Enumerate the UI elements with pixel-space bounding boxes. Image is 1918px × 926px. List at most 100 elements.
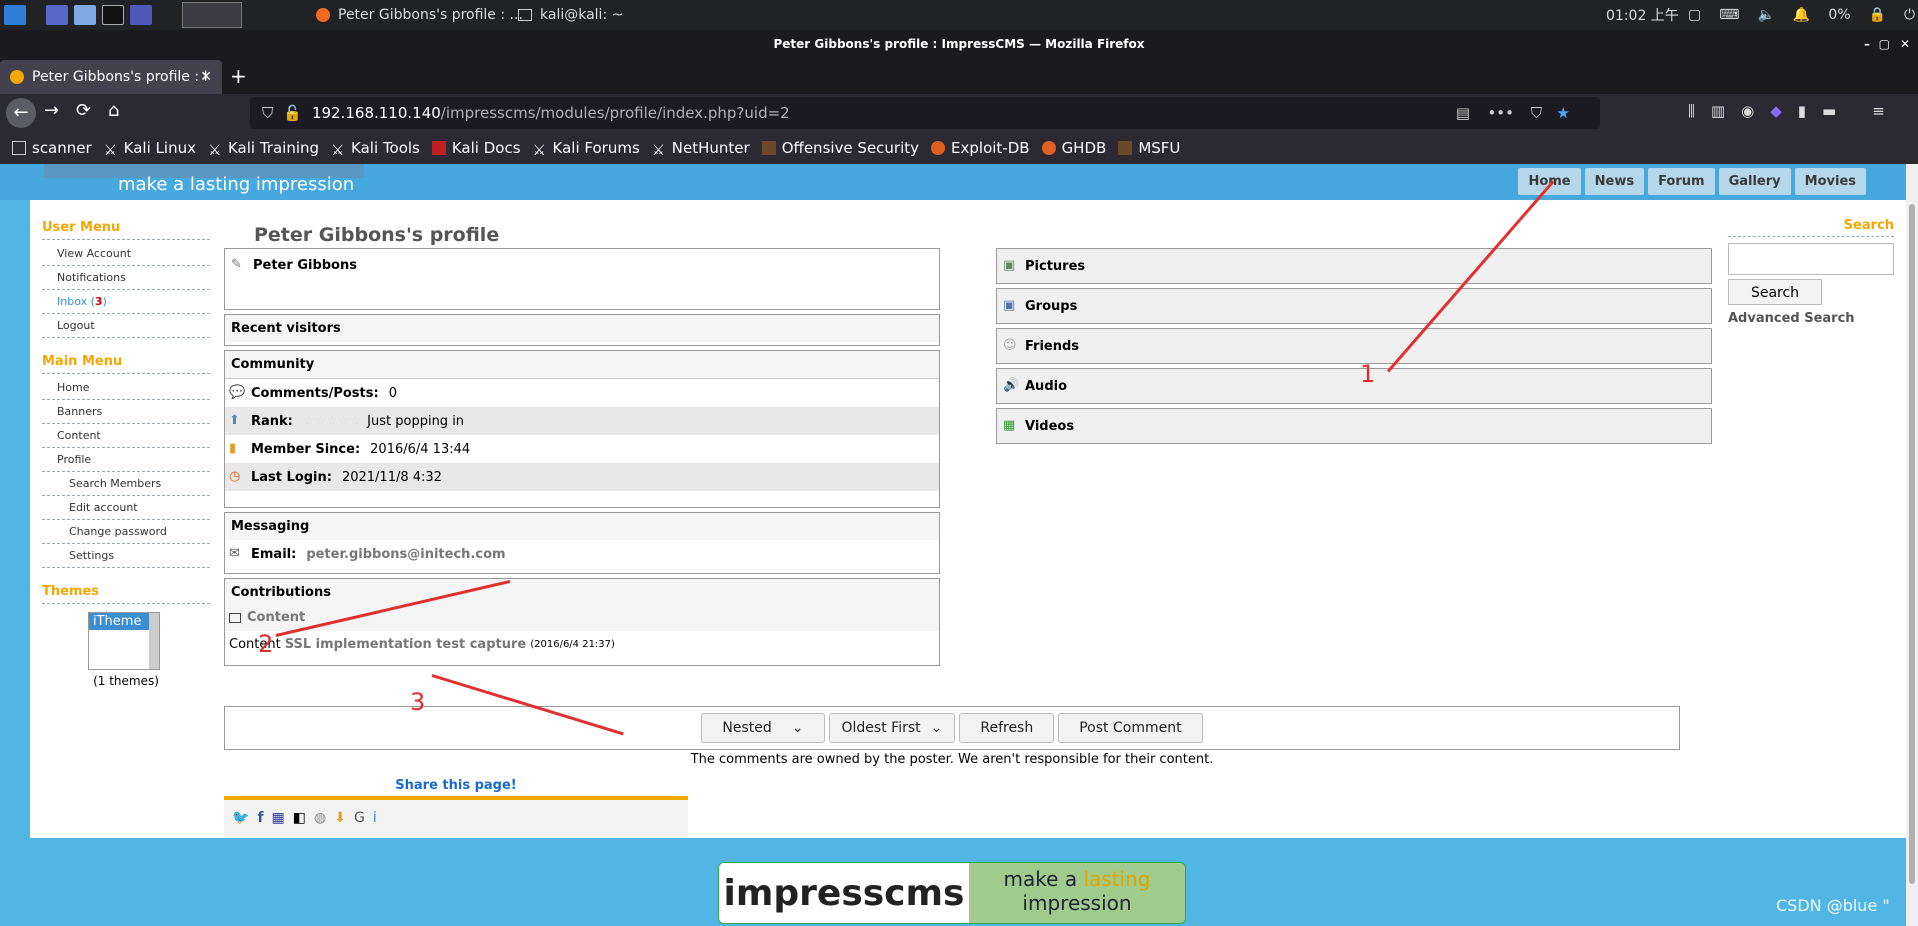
- extension3-icon[interactable]: ▬: [1822, 102, 1836, 120]
- menu-icon[interactable]: ≡: [1872, 102, 1885, 120]
- menu-edit-account[interactable]: Edit account: [42, 496, 210, 520]
- bookmark-item[interactable]: ⚔ Kali Training: [208, 139, 319, 159]
- videos-panel[interactable]: ▦ Videos: [996, 408, 1712, 444]
- facebook-icon[interactable]: f: [257, 810, 263, 826]
- menu-banners[interactable]: Banners: [42, 400, 210, 424]
- home-icon[interactable]: ⌂: [108, 100, 119, 121]
- new-tab-button[interactable]: +: [230, 64, 247, 88]
- task-terminal[interactable]: kali@kali: ~: [518, 5, 623, 25]
- clock[interactable]: 01:02 上午: [1606, 5, 1679, 25]
- menu-settings[interactable]: Settings: [42, 544, 210, 568]
- bookmark-item[interactable]: ⚔ Kali Linux: [104, 139, 196, 159]
- library-icon[interactable]: ⫼: [1688, 102, 1695, 120]
- contrib-link[interactable]: SSL implementation test capture: [285, 637, 527, 652]
- audio-panel[interactable]: 🔊 Audio: [996, 368, 1712, 404]
- menu-change-password[interactable]: Change password: [42, 520, 210, 544]
- email-link[interactable]: peter.gibbons@initech.com: [306, 547, 505, 562]
- close-window-icon[interactable]: ✕: [1900, 30, 1910, 58]
- search-input[interactable]: [1728, 243, 1894, 275]
- menu-view-account[interactable]: View Account: [42, 242, 210, 266]
- bookmark-share-icon[interactable]: ⬇: [334, 810, 346, 826]
- back-button[interactable]: ←: [6, 98, 36, 128]
- comment-order-select[interactable]: Oldest First ⌄: [828, 713, 956, 743]
- nav-movies[interactable]: Movies: [1794, 168, 1866, 195]
- terminal-icon[interactable]: [102, 5, 124, 25]
- refresh-button[interactable]: Refresh: [959, 713, 1055, 743]
- post-comment-button[interactable]: Post Comment: [1058, 713, 1203, 743]
- bookmark-item[interactable]: Kali Docs: [431, 139, 521, 157]
- menu-content[interactable]: Content: [42, 424, 210, 448]
- keyboard-icon[interactable]: ⌨: [1719, 7, 1739, 23]
- workspace-icon[interactable]: [46, 5, 68, 25]
- firefox-launcher-icon[interactable]: [182, 2, 242, 28]
- kali-menu-icon[interactable]: [4, 5, 26, 25]
- forward-button[interactable]: →: [44, 100, 59, 121]
- tab-close-icon[interactable]: ✕: [200, 69, 212, 85]
- bookmark-item[interactable]: Offensive Security: [761, 139, 919, 157]
- theme-scrollbar[interactable]: [149, 613, 159, 669]
- bookmark-item[interactable]: Exploit-DB: [931, 139, 1030, 157]
- scrollbar-thumb[interactable]: [1909, 204, 1915, 884]
- google-icon[interactable]: G: [354, 810, 365, 826]
- maximize-icon[interactable]: ▢: [1879, 30, 1890, 58]
- menu-search-members[interactable]: Search Members: [42, 472, 210, 496]
- bell-icon[interactable]: 🔔: [1793, 7, 1810, 23]
- bookmark-item[interactable]: GHDB: [1041, 139, 1106, 157]
- extension-icon[interactable]: ◆: [1770, 102, 1782, 120]
- more-icon[interactable]: •••: [1487, 104, 1514, 122]
- digg-icon[interactable]: ◍: [314, 810, 326, 826]
- url-bar[interactable]: ⛉ 🔓 192.168.110.140 /impresscms/modules/…: [250, 97, 1600, 129]
- menu-inbox[interactable]: Inbox (3): [42, 290, 210, 314]
- page-scrollbar[interactable]: [1906, 164, 1918, 926]
- desktop-taskbar: Peter Gibbons's profile : ... kali@kali:…: [0, 0, 1918, 30]
- friends-panel[interactable]: ☺ Friends: [996, 328, 1712, 364]
- nav-news[interactable]: News: [1584, 168, 1645, 195]
- shield-icon[interactable]: ⛉: [262, 104, 273, 122]
- exploitdb-icon: [931, 141, 946, 155]
- advanced-search-link[interactable]: Advanced Search: [1728, 311, 1894, 326]
- menu-notifications[interactable]: Notifications: [42, 266, 210, 290]
- bookmark-item[interactable]: MSFU: [1118, 139, 1180, 157]
- contrib-section-link[interactable]: Content: [247, 610, 305, 625]
- volume-icon[interactable]: 🔈: [1757, 7, 1774, 23]
- twitter-icon[interactable]: 🐦: [232, 810, 249, 826]
- task-firefox[interactable]: Peter Gibbons's profile : ...: [316, 5, 523, 25]
- star-icon[interactable]: ★: [1557, 104, 1570, 122]
- files-icon[interactable]: [74, 5, 96, 25]
- search-button[interactable]: Search: [1728, 279, 1822, 305]
- pictures-panel[interactable]: ▣ Pictures: [996, 248, 1712, 284]
- bookmark-item[interactable]: scanner: [12, 139, 92, 157]
- sidebar-icon[interactable]: ▥: [1711, 102, 1725, 120]
- menu-home[interactable]: Home: [42, 376, 210, 400]
- nav-forum[interactable]: Forum: [1648, 168, 1715, 195]
- bookmark-item[interactable]: ⚔ Kali Tools: [331, 139, 420, 159]
- theme-option[interactable]: iTheme: [89, 613, 149, 630]
- comment-mode-select[interactable]: Nested ⌄: [701, 713, 825, 743]
- footer-logo[interactable]: impresscms make a lasting impression: [718, 862, 1186, 924]
- theme-select[interactable]: iTheme: [88, 612, 160, 670]
- window-icon[interactable]: ▢: [1688, 7, 1701, 23]
- lock-icon[interactable]: 🔒: [1869, 7, 1886, 23]
- delicious-icon[interactable]: ◧: [293, 810, 306, 826]
- tab-profile[interactable]: Peter Gibbons's profile : I ✕: [0, 60, 222, 94]
- groups-icon: ▣: [1003, 298, 1016, 313]
- reload-button[interactable]: ⟳: [76, 100, 91, 121]
- menu-logout[interactable]: Logout: [42, 314, 210, 338]
- extension2-icon[interactable]: ▮: [1798, 102, 1806, 120]
- recent-visitors-panel: Recent visitors: [224, 314, 940, 346]
- bookmark-item[interactable]: ⚔ Kali Forums: [533, 139, 640, 159]
- bookmark-item[interactable]: ⚔ NetHunter: [652, 139, 750, 159]
- identica-icon[interactable]: ⅰ: [373, 810, 377, 826]
- account-icon[interactable]: ◉: [1741, 102, 1754, 120]
- app-icon[interactable]: [130, 5, 152, 25]
- myspace-icon[interactable]: ▦: [272, 810, 285, 826]
- power-icon[interactable]: ⏻: [1904, 7, 1915, 23]
- insecure-lock-icon[interactable]: 🔓: [283, 104, 302, 122]
- groups-panel[interactable]: ▣ Groups: [996, 288, 1712, 324]
- nav-gallery[interactable]: Gallery: [1718, 168, 1791, 195]
- minimize-icon[interactable]: –: [1864, 30, 1870, 58]
- battery-status[interactable]: 0%: [1828, 7, 1850, 23]
- pocket-icon[interactable]: ⛉: [1531, 104, 1542, 122]
- reader-icon[interactable]: ▤: [1456, 104, 1470, 122]
- menu-profile[interactable]: Profile: [42, 448, 210, 472]
